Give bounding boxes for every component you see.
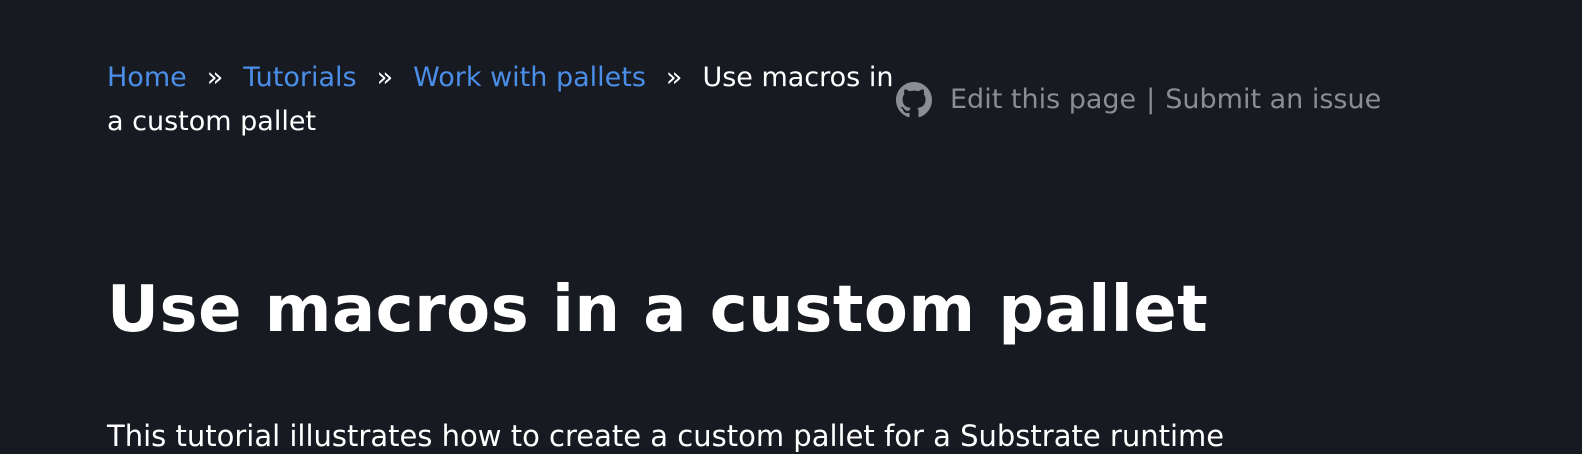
breadcrumb-link-tutorials[interactable]: Tutorials: [243, 62, 356, 93]
page: Home » Tutorials » Work with pallets » Use mac…: [0, 0, 1582, 454]
breadcrumb-link-work-with-pallets[interactable]: Work with pallets: [413, 62, 646, 93]
breadcrumb-separator: »: [206, 62, 224, 93]
breadcrumb-separator: »: [665, 62, 683, 93]
page-title: Use macros in a custom pallet: [107, 273, 1209, 347]
edit-links: Edit this page | Submit an issue: [896, 78, 1381, 122]
intro-paragraph: This tutorial illustrates how to create …: [107, 419, 1225, 453]
edit-links-divider: |: [1146, 84, 1156, 115]
github-icon[interactable]: [896, 82, 932, 118]
edit-page-link[interactable]: Edit this page: [950, 78, 1136, 122]
submit-issue-link[interactable]: Submit an issue: [1165, 78, 1381, 122]
breadcrumb-link-home[interactable]: Home: [107, 62, 187, 93]
breadcrumb: Home» Tutorials» Work with pallets» Use mac…: [107, 56, 897, 144]
breadcrumb-separator: »: [376, 62, 394, 93]
